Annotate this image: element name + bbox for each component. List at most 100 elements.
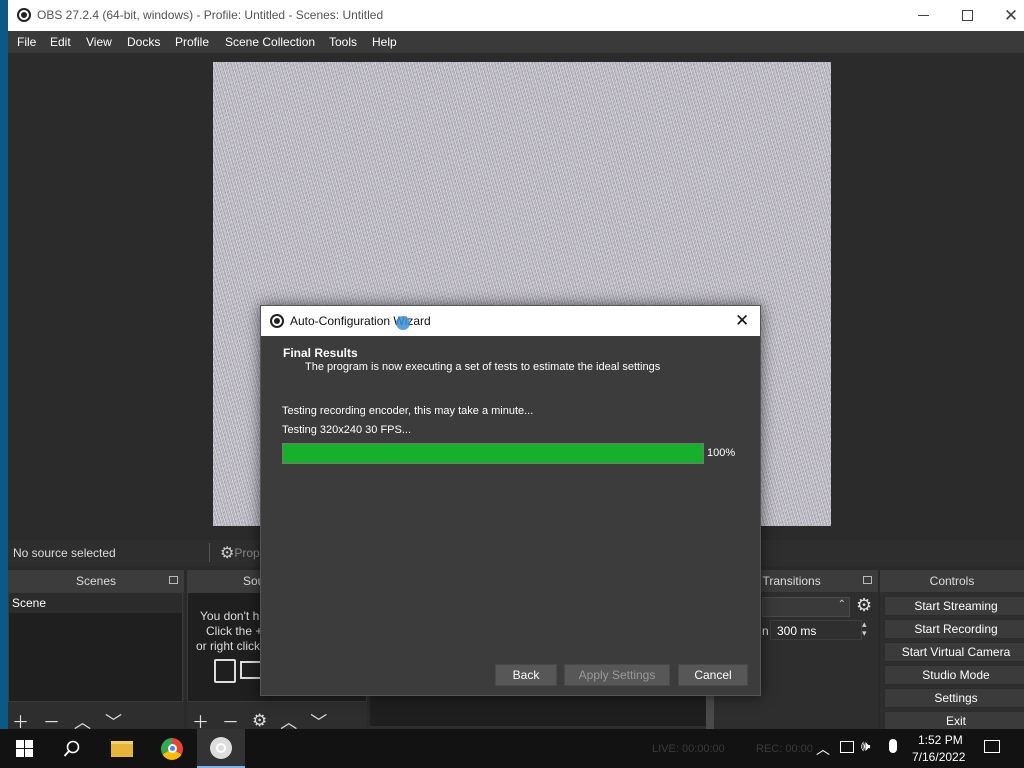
cancel-button[interactable]: Cancel [678, 664, 748, 686]
transition-select[interactable]: ⌃ [762, 597, 850, 617]
dialog-title-bar[interactable]: Auto-Configuration Wizard ✕ [261, 306, 760, 336]
status-line-1: Testing recording encoder, this may take… [282, 405, 534, 417]
transition-settings-icon[interactable]: ⚙ [856, 595, 872, 616]
display-source-icon [240, 661, 262, 679]
clock-date[interactable]: 7/16/2022 [912, 750, 965, 764]
back-button[interactable]: Back [495, 664, 557, 686]
rec-status: REC: 00:00 [756, 743, 813, 755]
maximize-icon [961, 10, 973, 21]
duration-value: 300 ms [777, 624, 817, 638]
obs-taskbar-button[interactable] [197, 729, 245, 768]
move-up-icon[interactable]: ︿ [74, 708, 91, 730]
menu-edit[interactable]: Edit [50, 35, 71, 49]
folder-icon [111, 740, 133, 757]
scroll-bar[interactable] [706, 696, 714, 730]
close-button[interactable]: ✕ [988, 0, 1024, 31]
add-source-icon[interactable]: ＋ [192, 708, 209, 730]
chrome-button[interactable] [148, 729, 196, 768]
live-status: LIVE: 00:00:00 [652, 743, 725, 755]
undock-icon[interactable] [863, 576, 872, 584]
search-button[interactable] [48, 729, 96, 768]
controls-dock: Controls Start Streaming Start Recording… [880, 570, 1024, 730]
add-scene-icon[interactable]: ＋ [12, 708, 29, 730]
dialog-close-button[interactable]: ✕ [735, 311, 749, 331]
microphone-icon[interactable] [889, 739, 897, 753]
image-source-icon [214, 659, 236, 683]
remove-scene-icon[interactable]: － [43, 708, 60, 730]
section-title: Final Results [283, 346, 358, 360]
obs-icon [210, 736, 232, 759]
source-down-icon[interactable]: ﹀ [310, 708, 327, 730]
window-title: OBS 27.2.4 (64-bit, windows) - Profile: … [37, 8, 384, 22]
studio-mode-button[interactable]: Studio Mode [884, 665, 1024, 685]
section-subtitle: The program is now executing a set of te… [305, 361, 661, 373]
remove-source-icon[interactable]: － [222, 708, 239, 730]
controls-title: Controls [929, 574, 975, 588]
menu-view[interactable]: View [86, 35, 112, 49]
scenes-toolbar: ＋ － ︿ ﹀ [12, 708, 122, 730]
start-streaming-button[interactable]: Start Streaming [884, 596, 1024, 616]
sources-empty-line1: You don't h [200, 609, 260, 623]
clock-time[interactable]: 1:52 PM [918, 733, 963, 747]
minimize-button[interactable] [900, 0, 946, 31]
undock-icon[interactable] [169, 576, 178, 584]
progress-fill [283, 444, 703, 463]
menu-docks[interactable]: Docks [127, 35, 160, 49]
duration-label: n [762, 624, 769, 638]
start-recording-button[interactable]: Start Recording [884, 619, 1024, 639]
title-bar[interactable]: OBS 27.2.4 (64-bit, windows) - Profile: … [8, 0, 1024, 31]
close-icon: ✕ [1003, 5, 1019, 25]
audio-mixer-dock [370, 696, 706, 730]
move-down-icon[interactable]: ﹀ [105, 708, 122, 730]
search-icon [63, 740, 80, 757]
apply-settings-button[interactable]: Apply Settings [564, 664, 670, 686]
duration-input[interactable]: 300 ms [770, 620, 862, 640]
maximize-button[interactable] [944, 0, 990, 31]
volume-icon[interactable]: 🕪 [861, 738, 870, 755]
file-explorer-button[interactable] [98, 729, 146, 768]
menu-scene-collection[interactable]: Scene Collection [225, 35, 315, 49]
taskbar: LIVE: 00:00:00 REC: 00:00 ︿ 🕪 1:52 PM 7/… [0, 729, 1024, 768]
scenes-dock: Scenes Scene ＋ － ︿ ﹀ [8, 570, 184, 730]
auto-config-wizard-dialog: Auto-Configuration Wizard ✕ Final Result… [260, 305, 761, 696]
gear-icon: ⚙ [220, 545, 235, 562]
sources-empty-line2: Click the + [206, 624, 263, 638]
menu-bar: File Edit View Docks Profile Scene Colle… [8, 31, 1024, 53]
duration-spinner[interactable]: ▴ ▾ [862, 620, 874, 640]
minimize-icon [917, 15, 929, 16]
close-icon: ✕ [735, 311, 750, 330]
settings-button[interactable]: Settings [884, 688, 1024, 708]
progress-bar [282, 443, 704, 464]
desktop [0, 0, 8, 730]
start-button[interactable] [0, 729, 48, 768]
menu-file[interactable]: File [17, 35, 36, 49]
cursor-icon [396, 316, 410, 330]
menu-tools[interactable]: Tools [329, 35, 357, 49]
obs-logo-icon [270, 314, 284, 328]
menu-help[interactable]: Help [372, 35, 397, 49]
source-settings-icon[interactable]: ⚙ [252, 711, 267, 731]
network-icon[interactable] [840, 741, 854, 753]
show-hidden-icons-button[interactable]: ︿ [816, 739, 830, 759]
scenes-title: Scenes [75, 574, 117, 588]
progress-label: 100% [707, 447, 736, 459]
scenes-list: Scene [8, 592, 183, 702]
spin-icon: ⌃ [837, 599, 846, 610]
obs-logo-icon [17, 8, 31, 22]
windows-logo-icon [15, 740, 33, 757]
scene-item[interactable]: Scene [9, 593, 182, 613]
menu-profile[interactable]: Profile [175, 35, 209, 49]
source-status: No source selected [13, 546, 116, 560]
status-line-2: Testing 320x240 30 FPS... [282, 424, 412, 436]
chrome-icon [161, 737, 183, 760]
start-virtual-camera-button[interactable]: Start Virtual Camera [884, 642, 1024, 662]
notifications-icon[interactable] [984, 740, 1000, 753]
sources-empty-line3: or right click [196, 639, 261, 653]
mixer-meter [370, 696, 706, 726]
source-up-icon[interactable]: ︿ [280, 708, 297, 730]
scenes-dock-header: Scenes [8, 570, 184, 592]
divider [209, 543, 210, 562]
sources-toolbar: ＋ － ⚙ ︿ ﹀ [192, 708, 327, 731]
exit-button[interactable]: Exit [884, 711, 1024, 730]
controls-dock-header: Controls [880, 570, 1024, 592]
